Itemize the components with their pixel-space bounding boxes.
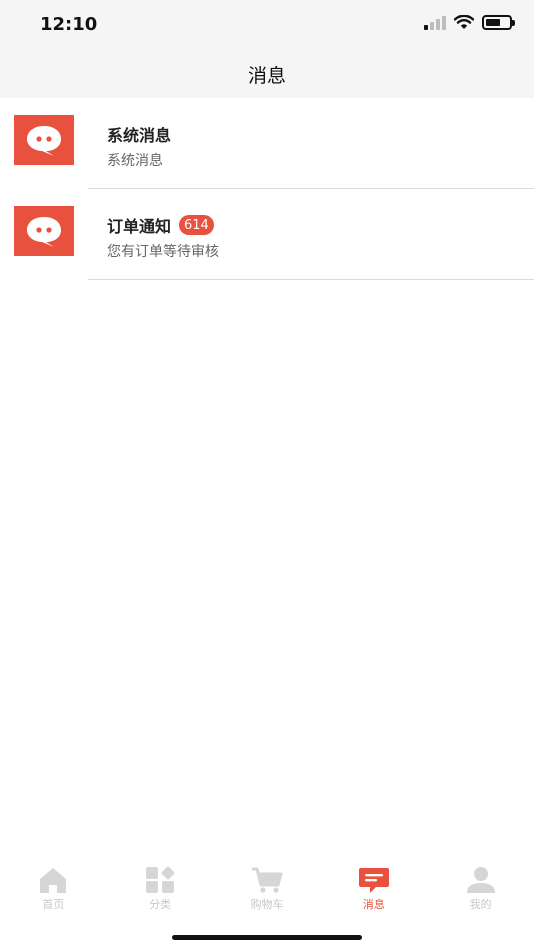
tab-category[interactable]: 分类 (107, 858, 214, 918)
message-title: 订单通知 (107, 217, 172, 236)
tab-label: 分类 (149, 898, 172, 911)
status-icons (424, 15, 515, 30)
cart-icon (250, 866, 284, 894)
tab-message[interactable]: 消息 (320, 858, 427, 918)
message-subtitle: 您有订单等待审核 (107, 244, 219, 260)
nav-bar: 消息 (0, 50, 534, 98)
user-icon (464, 866, 498, 894)
chat-bubble-icon (14, 115, 74, 165)
tab-label: 首页 (42, 898, 65, 911)
message-title-row: 订单通知 614 (107, 213, 214, 237)
wifi-icon (454, 15, 474, 29)
cellular-signal-icon (424, 15, 446, 30)
message-item-system[interactable]: 系统消息 系统消息 (0, 98, 534, 189)
message-title: 系统消息 (107, 126, 172, 145)
message-subtitle: 系统消息 (107, 153, 163, 169)
home-indicator (172, 935, 362, 940)
home-icon (36, 866, 70, 894)
battery-icon (482, 15, 515, 30)
page-title: 消息 (247, 64, 286, 87)
divider (88, 279, 534, 280)
message-item-order[interactable]: 订单通知 614 您有订单等待审核 (0, 189, 534, 280)
message-title-row: 系统消息 (107, 122, 171, 146)
tab-cart[interactable]: 购物车 (214, 858, 321, 918)
tab-bar: 首页 分类 购物车 消息 我的 (0, 858, 534, 918)
message-icon (357, 866, 391, 894)
tab-label: 消息 (362, 898, 385, 911)
tab-label: 购物车 (250, 898, 284, 911)
tab-profile[interactable]: 我的 (427, 858, 534, 918)
unread-count-badge: 614 (179, 215, 214, 235)
status-time: 12:10 (40, 14, 98, 35)
status-bar: 12:10 (0, 0, 534, 50)
tab-label: 我的 (469, 898, 492, 911)
chat-bubble-icon (14, 206, 74, 256)
message-list: 系统消息 系统消息 订单通知 614 您有订单等待审核 (0, 98, 534, 280)
tab-home[interactable]: 首页 (0, 858, 107, 918)
category-icon (143, 866, 177, 894)
